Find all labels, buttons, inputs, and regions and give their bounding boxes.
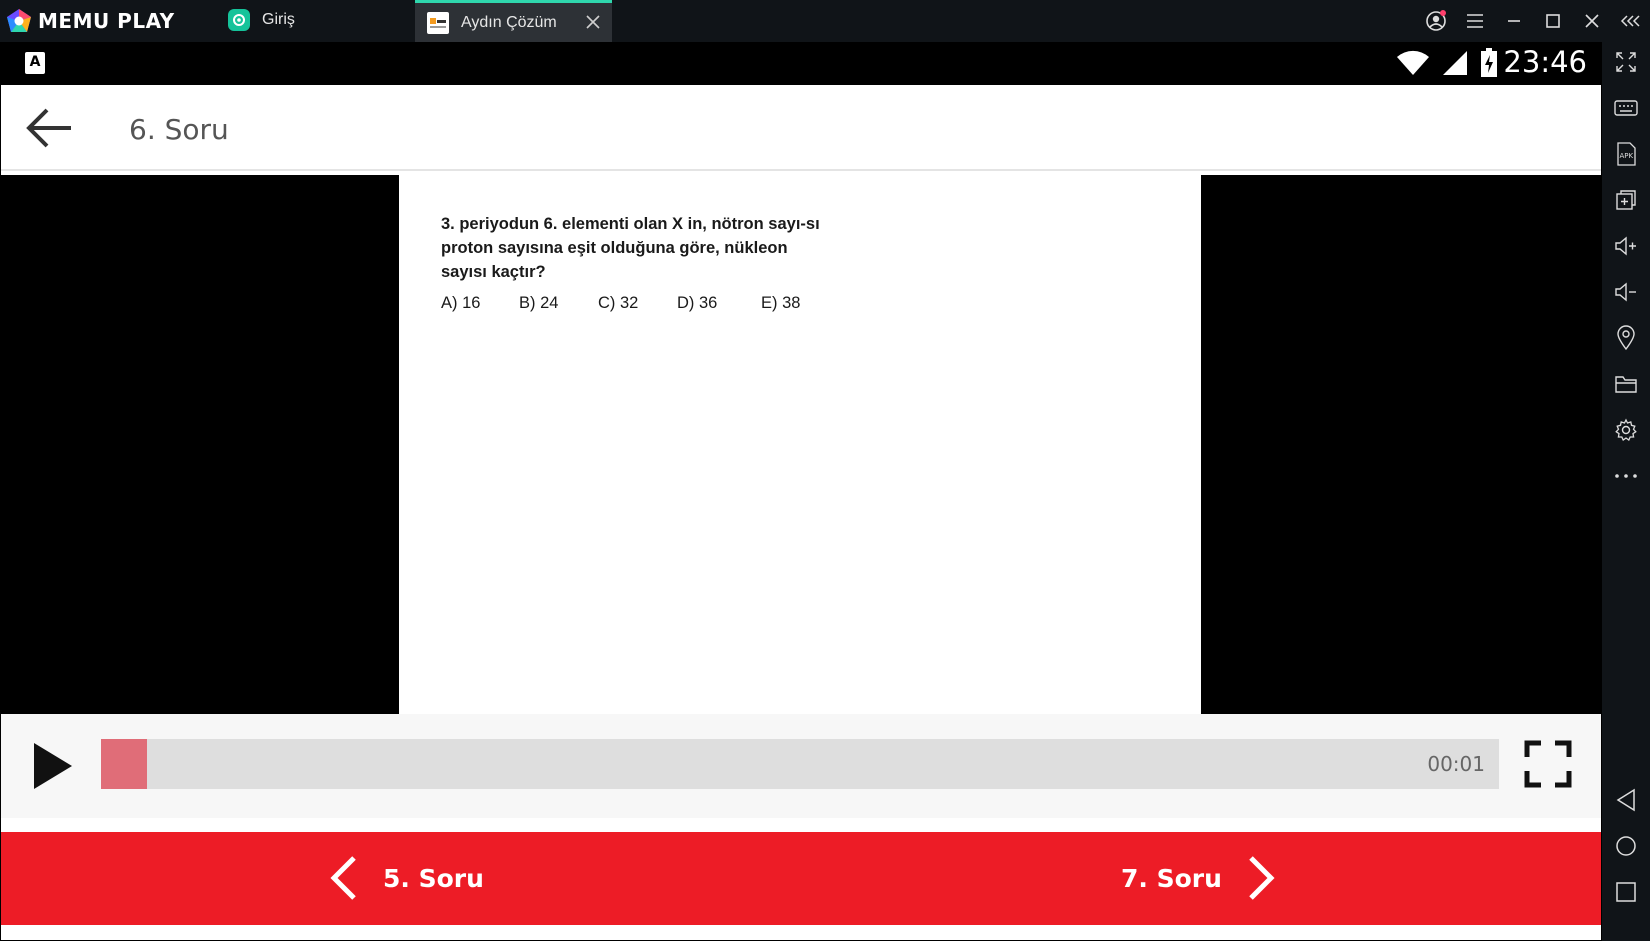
clock: 23:46 [1503,45,1587,79]
next-question-label: 7. Soru [1121,863,1222,893]
option-e: E) 38 [761,294,801,312]
prev-question-label: 5. Soru [383,863,484,893]
location-icon[interactable] [1602,318,1650,358]
settings-gear-icon[interactable] [1602,410,1650,450]
volume-down-icon[interactable] [1602,272,1650,312]
maximize-icon[interactable] [1533,0,1572,42]
page-title: 6. Soru [129,113,229,146]
bottom-strip [1,925,1601,940]
android-back-icon[interactable] [1602,780,1650,820]
back-button[interactable] [23,105,75,151]
folder-icon[interactable] [1602,364,1650,404]
wifi-icon [1397,50,1429,75]
keyboard-icon[interactable] [1602,88,1650,128]
option-b: B) 24 [519,294,559,312]
tab-aydin-cozum[interactable]: Aydın Çözüm [415,0,612,42]
chevron-right-icon [1249,856,1275,900]
window-controls [1416,0,1650,42]
collapse-toolbar-icon[interactable] [1611,0,1650,42]
brand-name: MEMU PLAY [38,9,175,33]
minimize-icon[interactable] [1494,0,1533,42]
android-screen: A 23:46 6. Soru 3. periyodun 6. elementi… [1,42,1601,940]
play-icon [34,743,72,789]
video-frame: 3. periyodun 6. elementi olan X in, nötr… [399,175,1201,714]
chevron-left-icon [330,856,356,900]
option-d: D) 36 [677,294,718,312]
account-icon[interactable] [1416,0,1455,42]
status-bar: A 23:46 [1,42,1601,85]
volume-up-icon[interactable] [1602,226,1650,266]
expand-icon [1524,740,1572,788]
app-icon-aydin [427,11,449,34]
more-options-icon[interactable] [1602,456,1650,496]
question-text: 3. periyodun 6. elementi olan X in, nötr… [441,215,820,281]
fullscreen-button[interactable] [1522,738,1574,790]
emulator-titlebar: MEMU PLAY Giriş Aydın Çözüm [0,0,1650,42]
option-c: C) 32 [598,294,639,312]
play-button[interactable] [27,738,77,794]
cell-signal-icon [1443,51,1467,75]
fullscreen-icon[interactable] [1602,42,1650,82]
android-home-icon[interactable] [1602,826,1650,866]
app-icon-giris [228,9,250,31]
progress-fill [101,739,148,789]
close-window-icon[interactable] [1572,0,1611,42]
current-time: 00:01 [1427,752,1485,776]
question-navigation: 5. Soru 7. Soru [1,832,1601,925]
tab-label: Giriş [262,11,295,28]
memu-logo-icon [7,9,31,32]
memu-brand: MEMU PLAY [6,6,175,36]
multi-instance-icon[interactable] [1602,180,1650,220]
emulator-toolbar: APK [1602,42,1650,941]
menu-icon[interactable] [1455,0,1494,42]
close-icon[interactable] [584,13,602,31]
android-recents-icon[interactable] [1602,872,1650,912]
arrow-left-icon [26,108,71,148]
next-question-button[interactable]: 7. Soru [1121,850,1276,906]
progress-bar[interactable]: 00:01 [101,739,1499,789]
svg-text:APK: APK [1620,152,1634,160]
app-bar: 6. Soru [1,85,1601,171]
prev-question-button[interactable]: 5. Soru [329,850,484,906]
video-player-controls: 00:01 [1,714,1601,818]
keyboard-indicator: A [25,52,45,74]
video-area[interactable]: 3. periyodun 6. elementi olan X in, nötr… [1,175,1601,714]
apk-install-icon[interactable]: APK [1602,134,1650,174]
tab-label: Aydın Çözüm [461,13,557,31]
battery-charging-icon [1481,48,1497,77]
status-icons [1396,47,1498,79]
tab-giris[interactable]: Giriş [228,0,413,40]
option-a: A) 16 [441,294,481,312]
